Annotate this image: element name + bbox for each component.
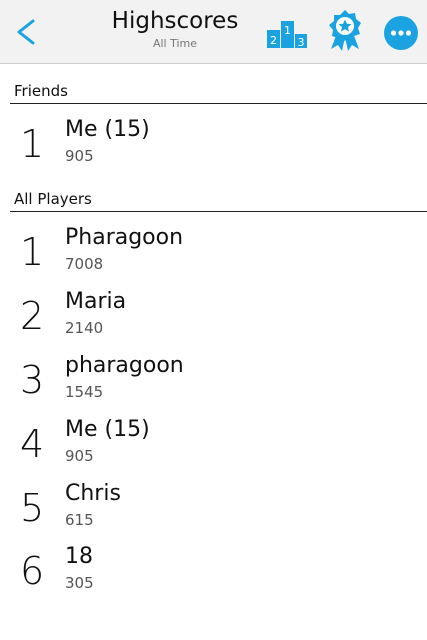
rank-number: 2	[20, 294, 45, 338]
player-name: 18	[65, 544, 93, 569]
player-score: 905	[65, 147, 94, 165]
achievements-button[interactable]	[324, 10, 366, 52]
score-row[interactable]: 5 Chris 615	[0, 480, 427, 540]
rank-number: 1	[20, 122, 45, 166]
rank-number: 6	[20, 549, 45, 593]
rank-number: 5	[20, 486, 45, 530]
player-name: Maria	[65, 289, 127, 314]
score-row[interactable]: 1 Me (15) 905	[0, 116, 427, 176]
rank-number: 1	[20, 230, 45, 274]
player-score: 905	[65, 447, 94, 465]
player-name: pharagoon	[65, 353, 184, 378]
player-score: 7008	[65, 255, 104, 273]
page-title: Highscores	[111, 8, 239, 34]
section-divider	[10, 103, 427, 104]
more-options-button[interactable]	[380, 12, 422, 54]
player-name: Pharagoon	[65, 225, 184, 250]
podium-digit-2: 2	[270, 34, 277, 47]
section-label-friends: Friends	[14, 82, 68, 100]
podium-icon: 2 1 3	[267, 21, 307, 49]
award-ribbon-icon	[329, 10, 361, 51]
score-row[interactable]: 4 Me (15) 905	[0, 416, 427, 476]
player-name: Chris	[65, 481, 121, 506]
section-divider	[10, 211, 427, 212]
rank-number: 3	[20, 358, 45, 402]
score-row[interactable]: 3 pharagoon 1545	[0, 352, 427, 412]
player-name: Me (15)	[65, 117, 150, 142]
podium-digit-1: 1	[284, 24, 291, 37]
player-name: Me (15)	[65, 417, 150, 442]
chevron-left-icon	[17, 19, 35, 45]
score-row[interactable]: 1 Pharagoon 7008	[0, 224, 427, 284]
score-row[interactable]: 6 18 305	[0, 543, 427, 603]
rank-number: 4	[20, 422, 45, 466]
back-button[interactable]	[6, 8, 46, 56]
page-subtitle: All Time	[152, 37, 198, 50]
leaderboard-button[interactable]: 2 1 3	[266, 12, 308, 54]
player-score: 1545	[65, 383, 104, 401]
player-score: 615	[65, 511, 94, 529]
section-label-all-players: All Players	[14, 190, 92, 208]
score-row[interactable]: 2 Maria 2140	[0, 288, 427, 348]
title-block: Highscores All Time	[70, 6, 280, 51]
header-bar: Highscores All Time 2 1 3	[0, 0, 427, 64]
player-score: 305	[65, 574, 94, 592]
player-score: 2140	[65, 319, 104, 337]
more-options-icon	[384, 16, 418, 50]
podium-digit-3: 3	[298, 36, 305, 49]
